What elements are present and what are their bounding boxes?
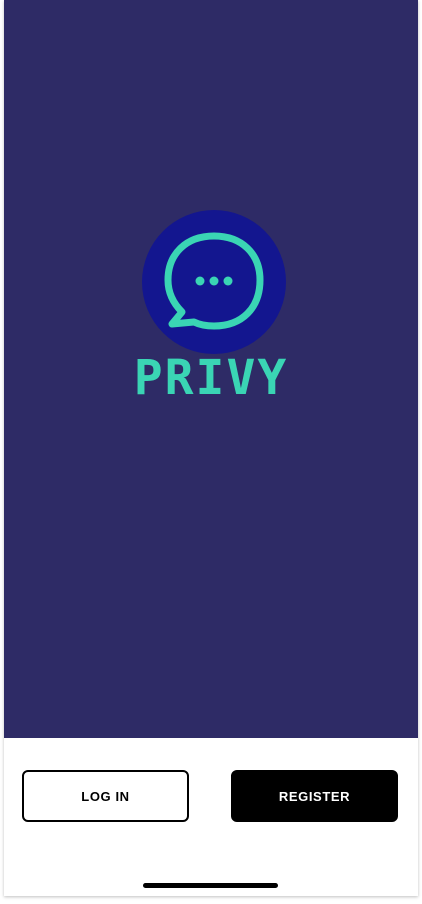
chat-bubble-icon <box>164 232 264 330</box>
auth-actions-panel: LOG IN REGISTER <box>4 738 418 896</box>
register-button[interactable]: REGISTER <box>231 770 398 822</box>
dot-icon <box>209 276 219 286</box>
login-button[interactable]: LOG IN <box>22 770 189 822</box>
dot-icon <box>223 276 233 286</box>
home-indicator <box>143 883 278 888</box>
app-logo: PRIVY <box>4 208 418 408</box>
app-screen: PRIVY LOG IN REGISTER <box>4 0 418 896</box>
hero-background: PRIVY <box>4 0 418 738</box>
dot-icon <box>195 276 205 286</box>
brand-wordmark: PRIVY <box>133 350 289 406</box>
